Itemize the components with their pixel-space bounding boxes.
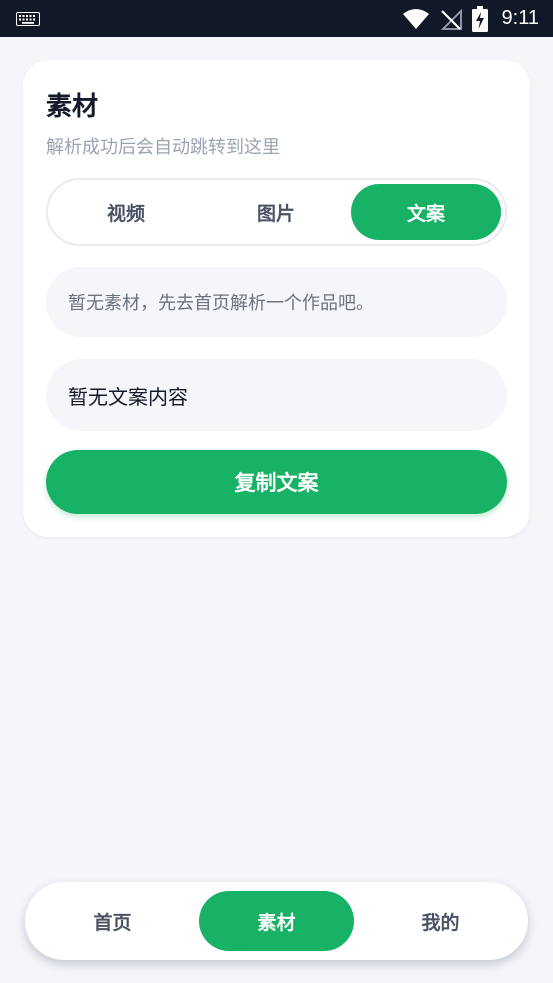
tab-image[interactable]: 图片 [201, 184, 351, 240]
copy-text-button[interactable]: 复制文案 [46, 450, 507, 514]
empty-notice: 暂无素材，先去首页解析一个作品吧。 [46, 267, 507, 337]
battery-charging-icon [471, 5, 488, 32]
status-time: 9:11 [501, 7, 539, 29]
tab-video[interactable]: 视频 [51, 184, 201, 240]
wifi-icon [402, 8, 429, 29]
no-signal-icon [440, 8, 462, 30]
nav-item-material[interactable]: 素材 [199, 891, 354, 951]
media-type-tabs: 视频 图片 文案 [46, 178, 507, 246]
copywriting-content: 暂无文案内容 [46, 359, 507, 431]
nav-item-mine[interactable]: 我的 [363, 891, 518, 951]
page-subtitle: 解析成功后会自动跳转到这里 [46, 137, 280, 158]
keyboard-icon [16, 12, 40, 26]
bottom-nav: 首页 素材 我的 [25, 882, 528, 960]
tab-copywriting[interactable]: 文案 [351, 184, 501, 240]
material-card: 素材 解析成功后会自动跳转到这里 视频 图片 文案 暂无素材，先去首页解析一个作… [23, 60, 530, 537]
page-title: 素材 [46, 92, 99, 122]
status-icons: 9:11 [402, 0, 539, 37]
status-bar: 9:11 [0, 0, 553, 37]
nav-item-home[interactable]: 首页 [35, 891, 190, 951]
